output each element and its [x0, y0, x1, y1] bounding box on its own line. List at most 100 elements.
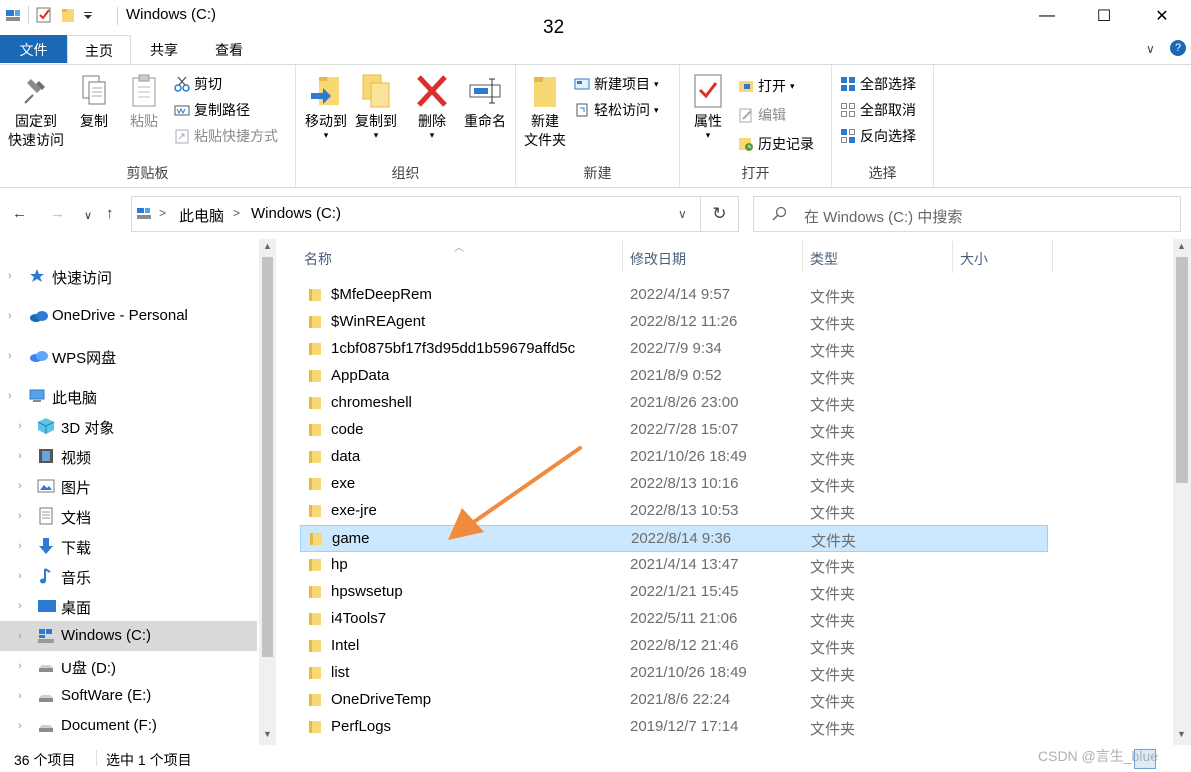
large-icons-view-button[interactable] [1162, 749, 1184, 769]
file-row[interactable]: OneDriveTemp 2021/8/6 22:24 文件夹 [300, 687, 1048, 714]
address-dropdown-chevron-icon[interactable]: ∨ [678, 207, 687, 221]
scroll-down-icon[interactable]: ▼ [263, 729, 272, 739]
nav-item[interactable]: › 3D 对象 [0, 411, 257, 441]
scroll-down-icon[interactable]: ▼ [1177, 729, 1186, 739]
file-row[interactable]: exe 2022/8/13 10:16 文件夹 [300, 471, 1048, 498]
easy-access-button[interactable]: 轻松访问 ▾ [574, 99, 659, 121]
file-row[interactable]: exe-jre 2022/8/13 10:53 文件夹 [300, 498, 1048, 525]
paste-button[interactable]: 粘贴 [122, 73, 166, 131]
file-row[interactable]: chromeshell 2021/8/26 23:00 文件夹 [300, 390, 1048, 417]
tab-share[interactable]: 共享 [131, 35, 197, 63]
help-button[interactable]: ? [1170, 40, 1186, 56]
column-divider[interactable] [802, 241, 803, 273]
breadcrumb-this-pc[interactable]: 此电脑 [179, 205, 224, 226]
expand-chevron-icon[interactable]: › [8, 390, 12, 402]
select-all-button[interactable]: 全部选择 [840, 73, 916, 95]
column-divider[interactable] [622, 241, 623, 273]
file-row[interactable]: code 2022/7/28 15:07 文件夹 [300, 417, 1048, 444]
close-button[interactable]: ✕ [1139, 0, 1185, 32]
maximize-button[interactable]: ☐ [1081, 0, 1127, 32]
nav-item[interactable]: › 音乐 [0, 561, 257, 591]
new-folder-button[interactable]: 新建 文件夹 [520, 73, 570, 150]
address-bar[interactable]: > 此电脑 > Windows (C:) ∨ [131, 196, 701, 232]
copy-path-button[interactable]: 复制路径 [174, 99, 250, 121]
expand-chevron-icon[interactable]: › [18, 450, 22, 462]
file-list-scrollbar[interactable]: ▲ ▼ [1173, 239, 1191, 745]
expand-chevron-icon[interactable]: › [18, 510, 22, 522]
expand-chevron-icon[interactable]: › [18, 630, 22, 642]
nav-item[interactable]: › 此电脑 [0, 381, 257, 411]
ribbon-expand-button[interactable]: ∨ [1146, 42, 1155, 56]
pin-quick-access-button[interactable]: 固定到 快速访问 [4, 73, 68, 150]
column-header-size[interactable]: 大小 [960, 249, 988, 269]
nav-item[interactable]: › 快速访问 [0, 261, 257, 291]
file-row[interactable]: $MfeDeepRem 2022/4/14 9:57 文件夹 [300, 282, 1048, 309]
nav-item[interactable]: › SoftWare (E:) [0, 681, 257, 711]
file-list-scrollbar-thumb[interactable] [1176, 257, 1188, 483]
edit-button[interactable]: 编辑 [738, 104, 786, 126]
expand-chevron-icon[interactable]: › [18, 420, 22, 432]
expand-chevron-icon[interactable]: › [18, 540, 22, 552]
expand-chevron-icon[interactable]: › [18, 570, 22, 582]
expand-chevron-icon[interactable]: › [8, 310, 12, 322]
column-divider[interactable] [952, 241, 953, 273]
scroll-up-icon[interactable]: ▲ [1177, 241, 1186, 251]
dropdown-arrow-icon[interactable] [83, 6, 93, 24]
expand-chevron-icon[interactable]: › [18, 660, 22, 672]
file-row[interactable]: PerfLogs 2019/12/7 17:14 文件夹 [300, 714, 1048, 741]
copy-to-button[interactable]: 复制到 ▾ [352, 73, 400, 140]
file-row[interactable]: $WinREAgent 2022/8/12 11:26 文件夹 [300, 309, 1048, 336]
rename-button[interactable]: 重命名 [458, 73, 512, 131]
cut-button[interactable]: 剪切 [174, 73, 222, 95]
back-arrow-icon[interactable]: ← [12, 205, 27, 222]
nav-item[interactable]: › WPS网盘 [0, 341, 257, 371]
tab-file[interactable]: 文件 [0, 35, 67, 63]
tab-home[interactable]: 主页 [67, 35, 131, 65]
expand-chevron-icon[interactable]: › [18, 480, 22, 492]
invert-selection-button[interactable]: 反向选择 [840, 125, 916, 147]
nav-scrollbar-thumb[interactable] [262, 257, 273, 657]
nav-item[interactable]: › U盘 (D:) [0, 651, 257, 681]
column-header-type[interactable]: 类型 [810, 249, 838, 269]
nav-scrollbar[interactable]: ▲ ▼ [259, 239, 276, 745]
file-row[interactable]: list 2021/10/26 18:49 文件夹 [300, 660, 1048, 687]
select-none-button[interactable]: 全部取消 [840, 99, 916, 121]
nav-item[interactable]: › Document (F:) [0, 711, 257, 741]
forward-arrow-icon[interactable]: → [50, 205, 65, 222]
file-row[interactable]: Intel 2022/8/12 21:46 文件夹 [300, 633, 1048, 660]
expand-chevron-icon[interactable]: › [18, 600, 22, 612]
new-folder-icon[interactable] [59, 6, 77, 24]
expand-chevron-icon[interactable]: › [18, 690, 22, 702]
copy-button[interactable]: 复制 [72, 73, 116, 131]
file-row[interactable]: game 2022/8/14 9:36 文件夹 [300, 525, 1048, 552]
open-button[interactable]: 打开 ▾ [738, 75, 795, 97]
minimize-button[interactable]: — [1024, 0, 1070, 32]
history-button[interactable]: 历史记录 [738, 133, 814, 155]
expand-chevron-icon[interactable]: › [8, 270, 12, 282]
nav-item[interactable]: › Windows (C:) [0, 621, 257, 651]
breadcrumb-windows-c[interactable]: Windows (C:) [251, 205, 341, 222]
properties-check-icon[interactable] [35, 6, 53, 24]
file-row[interactable]: hpswsetup 2022/1/21 15:45 文件夹 [300, 579, 1048, 606]
file-row[interactable]: data 2021/10/26 18:49 文件夹 [300, 444, 1048, 471]
recent-locations-chevron-icon[interactable]: ∨ [84, 209, 92, 222]
new-item-button[interactable]: 新建项目 ▾ [574, 73, 659, 95]
delete-button[interactable]: 删除 ▾ [410, 73, 454, 140]
nav-item[interactable]: › 桌面 [0, 591, 257, 621]
file-row[interactable]: i4Tools7 2022/5/11 21:06 文件夹 [300, 606, 1048, 633]
column-header-name[interactable]: 名称 [304, 249, 332, 269]
column-header-modified[interactable]: 修改日期 [630, 249, 686, 269]
up-arrow-icon[interactable]: ↑ [106, 205, 114, 222]
nav-item[interactable]: › 视频 [0, 441, 257, 471]
properties-button[interactable]: 属性 ▾ [686, 73, 730, 140]
refresh-button[interactable]: ↻ [701, 196, 739, 232]
file-row[interactable]: 1cbf0875bf17f3d95dd1b59679affd5c 2022/7/9… [300, 336, 1048, 363]
expand-chevron-icon[interactable]: › [8, 350, 12, 362]
file-row[interactable]: hp 2021/4/14 13:47 文件夹 [300, 552, 1048, 579]
search-box[interactable]: 在 Windows (C:) 中搜索 [753, 196, 1181, 232]
move-to-button[interactable]: 移动到 ▾ [302, 73, 350, 140]
file-row[interactable]: AppData 2021/8/9 0:52 文件夹 [300, 363, 1048, 390]
scroll-up-icon[interactable]: ▲ [263, 241, 272, 251]
nav-item[interactable]: › 文档 [0, 501, 257, 531]
column-divider[interactable] [1052, 241, 1053, 273]
